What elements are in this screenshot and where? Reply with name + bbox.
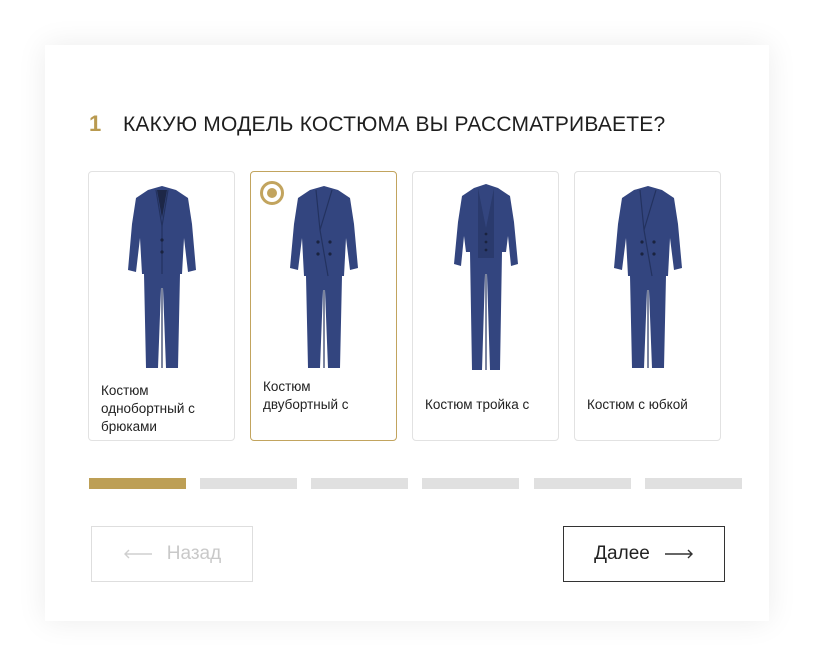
progress-step-6 (645, 478, 742, 489)
option-label: Костюм двубортный с (263, 379, 349, 412)
option-label: Костюм с юбкой (587, 397, 688, 412)
option-three-piece[interactable]: Костюм тройка с (412, 171, 559, 441)
single-breasted-suit-icon (128, 186, 196, 368)
arrow-right-icon (664, 549, 693, 559)
progress-step-4 (422, 478, 519, 489)
progress-step-3 (311, 478, 408, 489)
arrow-left-icon (123, 549, 152, 559)
question-header: 1 КАКУЮ МОДЕЛЬ КОСТЮМА ВЫ РАССМАТРИВАЕТЕ… (89, 111, 665, 137)
double-breasted-suit-icon (290, 186, 358, 368)
next-button-label: Далее (594, 543, 650, 564)
question-number: 1 (89, 111, 102, 136)
progress-step-5 (534, 478, 631, 489)
option-double-breasted[interactable]: Костюм двубортный с (250, 171, 397, 441)
quiz-card: 1 КАКУЮ МОДЕЛЬ КОСТЮМА ВЫ РАССМАТРИВАЕТЕ… (45, 45, 769, 621)
question-text: КАКУЮ МОДЕЛЬ КОСТЮМА ВЫ РАССМАТРИВАЕТЕ? (123, 113, 666, 136)
progress-step-2 (200, 478, 297, 489)
option-label: Костюм тройка с (425, 397, 530, 412)
back-button[interactable]: Назад (91, 526, 253, 582)
option-single-breasted[interactable]: Костюм однобортный с брюками (88, 171, 235, 441)
option-label: Костюм однобортный с брюками (101, 383, 195, 434)
back-button-label: Назад (166, 543, 222, 564)
skirt-suit-icon (614, 186, 682, 368)
next-button[interactable]: Далее (563, 526, 725, 582)
three-piece-suit-icon (454, 184, 518, 370)
option-skirt-suit[interactable]: Костюм с юбкой (574, 171, 721, 441)
progress-step-1 (89, 478, 186, 489)
